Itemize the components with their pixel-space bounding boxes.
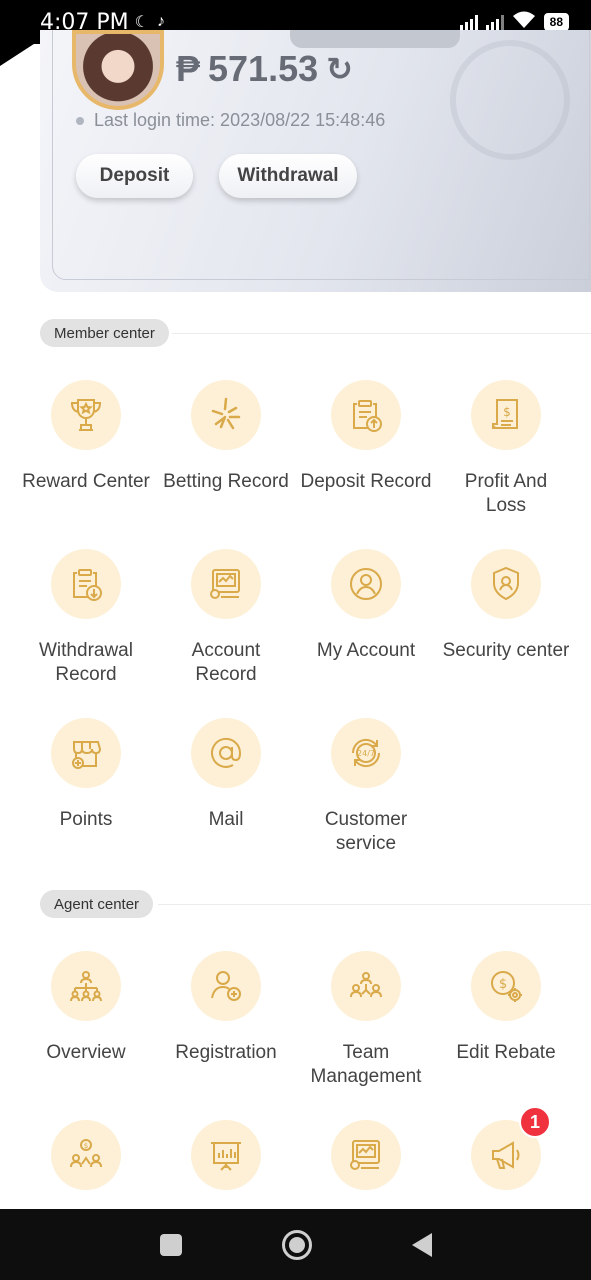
balance-amount: 571.53 [208, 48, 319, 89]
svg-text:24/7: 24/7 [357, 749, 375, 758]
item-label: Withdrawal Record [39, 640, 133, 685]
back-icon[interactable] [411, 1232, 432, 1257]
card-top-tab [290, 30, 460, 48]
monitor-chart-icon [350, 1140, 380, 1170]
agent-item-team-management[interactable]: Team Management [296, 951, 436, 1089]
member-item-profit-and-loss[interactable]: $ Profit And Loss [436, 380, 576, 518]
support-24-7-icon: 24/7 [351, 738, 381, 768]
clipboard-download-icon [73, 569, 102, 601]
at-sign-icon [211, 737, 242, 768]
item-label: Points [59, 809, 113, 830]
member-item-mail[interactable]: Mail [156, 718, 296, 832]
agent-item-record[interactable] [296, 1120, 436, 1210]
refresh-icon[interactable]: ↻ [326, 50, 353, 88]
receipt-icon: $ [492, 399, 518, 429]
member-item-points[interactable]: Points [16, 718, 156, 832]
svg-text:$: $ [499, 977, 507, 992]
recents-icon[interactable] [159, 1233, 182, 1256]
trophy-icon [70, 399, 102, 431]
team-icon [350, 972, 382, 998]
last-login: Last login time: 2023/08/22 15:48:46 [76, 110, 385, 131]
member-item-withdrawal-record[interactable]: Withdrawal Record [16, 549, 156, 687]
item-label: Overview [46, 1042, 126, 1063]
last-login-text: Last login time: 2023/08/22 15:48:46 [94, 110, 386, 130]
system-nav-bar [0, 1209, 591, 1280]
balance-display: ₱ 571.53 ↻ [176, 48, 353, 90]
member-item-betting-record[interactable]: Betting Record [156, 380, 296, 494]
agent-item-edit-rebate[interactable]: $ Edit Rebate [436, 951, 576, 1065]
member-item-customer-service[interactable]: 24/7 Customer service [296, 718, 436, 856]
notification-badge: 1 [519, 1106, 551, 1138]
member-item-deposit-record[interactable]: Deposit Record [296, 380, 436, 494]
svg-text:$: $ [503, 405, 511, 419]
svg-text:$: $ [84, 1142, 88, 1150]
agent-item-registration[interactable]: Registration [156, 951, 296, 1065]
store-icon [72, 741, 102, 769]
item-label: Deposit Record [300, 471, 432, 492]
member-item-reward-center[interactable]: Reward Center [16, 380, 156, 494]
sparkle-icon [211, 397, 241, 430]
item-label: Team Management [310, 1042, 422, 1087]
signal-icon [485, 14, 504, 30]
presentation-chart-icon [211, 1142, 241, 1171]
agent-item-presentation[interactable] [156, 1120, 296, 1210]
withdrawal-button[interactable]: Withdrawal [219, 154, 357, 198]
clipboard-upload-icon [353, 400, 382, 432]
item-label: Customer service [324, 809, 408, 854]
item-label: Mail [208, 809, 244, 830]
currency-symbol: ₱ [176, 48, 201, 89]
team-money-icon: $ [70, 1139, 102, 1168]
item-label: Edit Rebate [456, 1042, 556, 1063]
member-item-security-center[interactable]: Security center [436, 549, 576, 663]
moon-icon: ☾ [134, 14, 149, 31]
tiktok-icon: ♪ [157, 13, 165, 30]
agent-item-announcement[interactable]: 1 [436, 1106, 576, 1210]
user-circle-icon [350, 568, 382, 600]
coin-gear-icon: $ [491, 971, 522, 1002]
member-item-account-record[interactable]: Account Record [156, 549, 296, 687]
battery-indicator: 88 [543, 13, 569, 31]
section-agent-center: Agent center [40, 890, 154, 918]
item-label: Account Record [191, 640, 261, 685]
medal-watermark-icon [450, 40, 570, 160]
member-item-my-account[interactable]: My Account [296, 549, 436, 663]
item-label: Betting Record [163, 471, 289, 492]
agent-item-overview[interactable]: Overview [16, 951, 156, 1065]
item-label: Profit And Loss [464, 471, 548, 516]
signal-icon [459, 14, 478, 30]
megaphone-icon [492, 1141, 520, 1169]
item-label: Registration [175, 1042, 277, 1063]
deposit-button[interactable]: Deposit [76, 154, 193, 198]
home-icon[interactable] [281, 1229, 312, 1260]
org-chart-icon [70, 971, 102, 1002]
item-label: Reward Center [22, 471, 150, 492]
section-member-center: Member center [40, 319, 169, 347]
item-label: My Account [316, 640, 416, 661]
add-user-icon [211, 971, 241, 1001]
item-label: Security center [442, 640, 570, 661]
agent-item-team-finance[interactable]: $ [16, 1120, 156, 1210]
monitor-chart-icon [210, 569, 240, 599]
shield-user-icon [493, 566, 519, 601]
